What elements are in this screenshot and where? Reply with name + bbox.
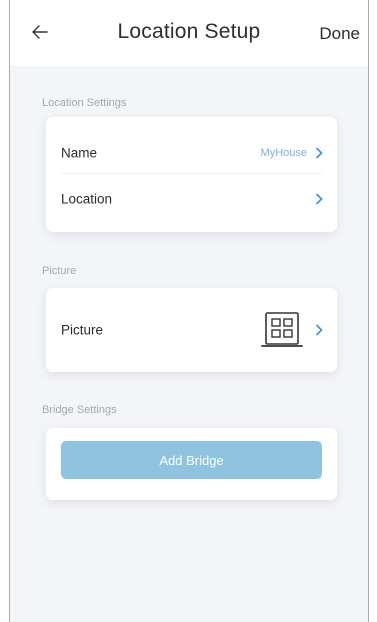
done-button[interactable]: Done [319, 24, 360, 44]
name-label: Name [61, 145, 98, 161]
chevron-right-icon [316, 147, 323, 159]
top-bar: Location Setup Done [10, 0, 368, 66]
add-bridge-button[interactable]: Add Bridge [61, 441, 322, 479]
section-label-location-settings: Location Settings [42, 97, 127, 109]
chevron-right-icon [316, 193, 323, 205]
location-settings-card: Name MyHouse Location [46, 117, 337, 232]
picture-label: Picture [61, 322, 104, 338]
location-row[interactable]: Location [46, 174, 337, 224]
name-row[interactable]: Name MyHouse [46, 128, 337, 178]
chevron-right-icon [316, 324, 323, 336]
section-label-bridge-settings: Bridge Settings [42, 404, 117, 416]
bridge-settings-card: Add Bridge [46, 428, 337, 500]
building-icon [261, 312, 303, 347]
picture-card: Picture [46, 288, 337, 372]
picture-row[interactable]: Picture [46, 305, 337, 355]
name-value: MyHouse [260, 147, 307, 159]
location-label: Location [61, 191, 113, 207]
page-title: Location Setup [117, 20, 261, 43]
section-label-picture: Picture [42, 265, 77, 277]
screen: Location Setup Done Location Settings Na… [9, 0, 369, 622]
